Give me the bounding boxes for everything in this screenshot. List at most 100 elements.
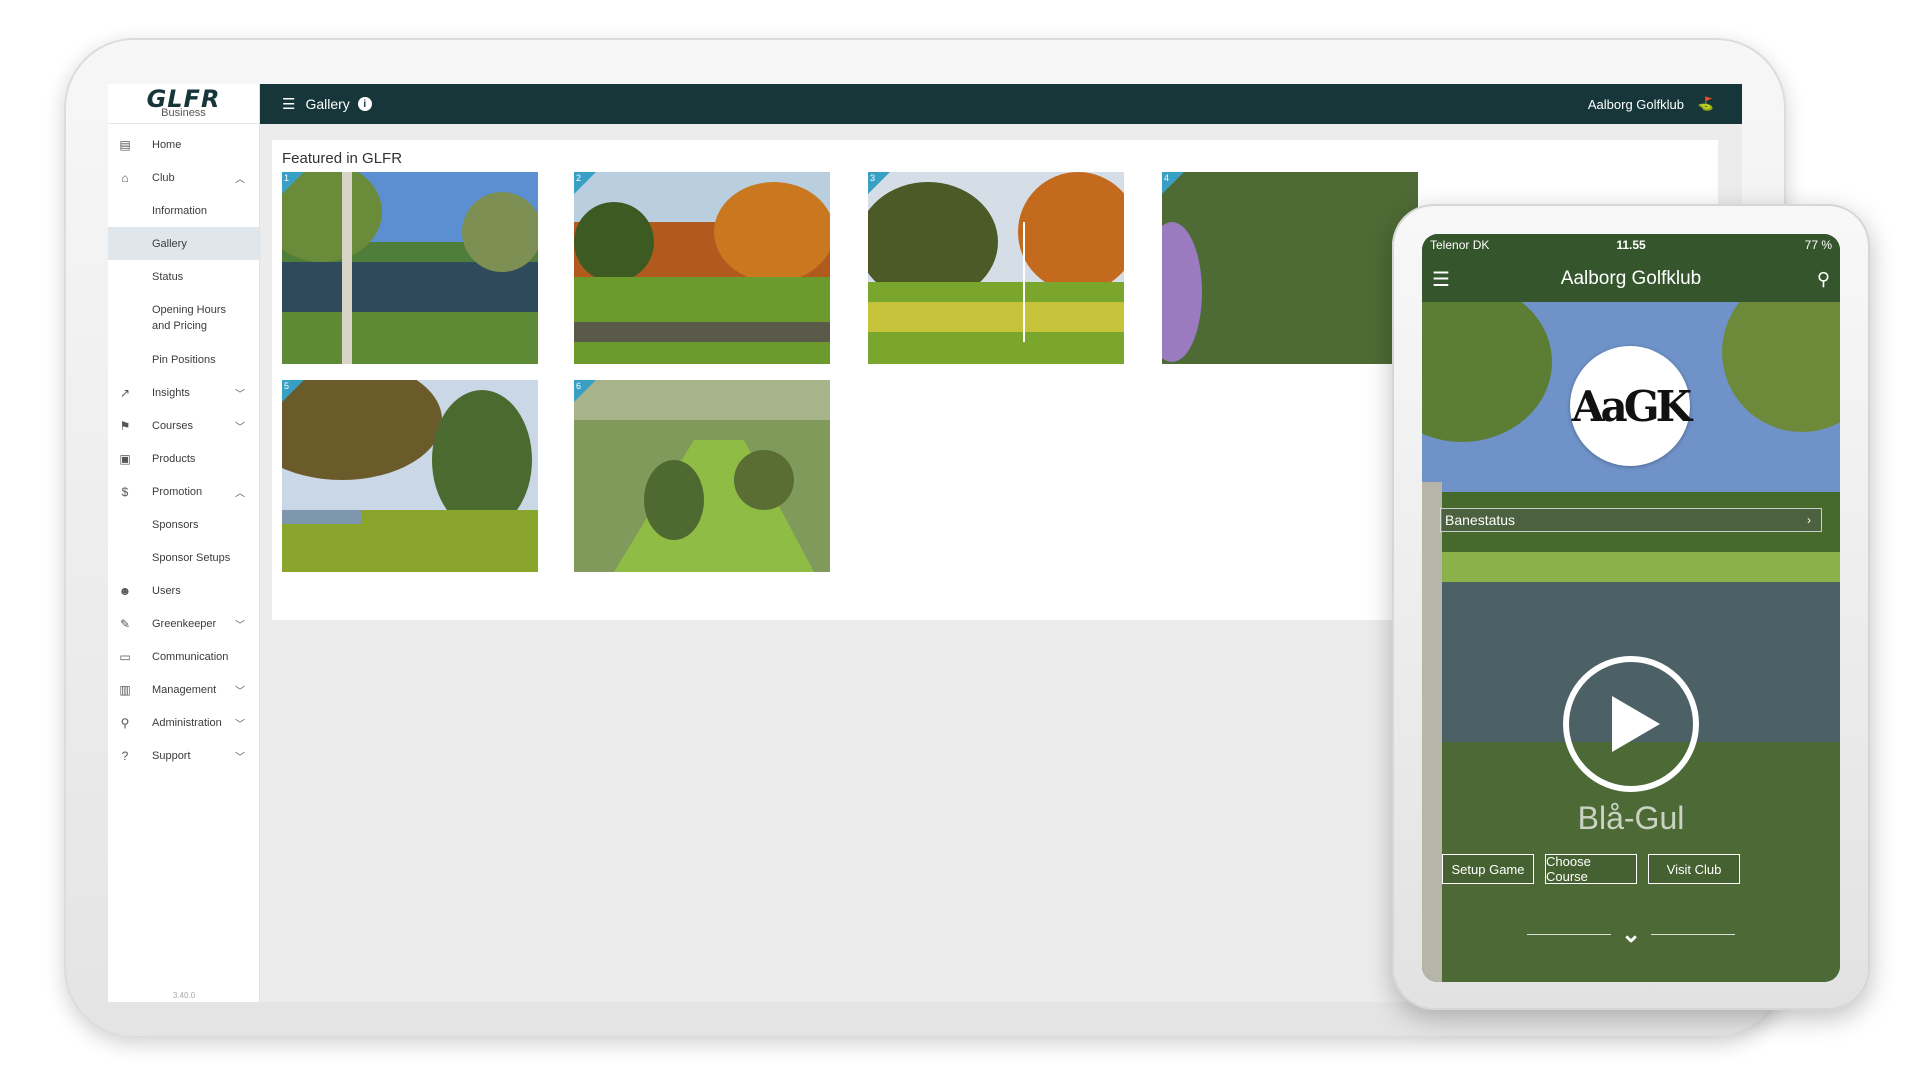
sidebar-item-label: Products <box>152 452 196 465</box>
gallery-image-5[interactable]: 5 <box>282 380 538 572</box>
image-number: 2 <box>576 173 582 183</box>
image-number-badge: 1 <box>282 172 304 194</box>
trend-icon: ↗ <box>119 385 131 400</box>
dollar-icon: $ <box>121 484 129 499</box>
chevron-down-icon: ﹀ <box>235 686 245 697</box>
hero-area: AaGK Banestatus › Blå-Gul Setup Game Cho… <box>1422 302 1840 982</box>
sidebar-item-support[interactable]: ? Support ﹀ <box>108 739 259 772</box>
battery-level: 77 % <box>1804 238 1832 252</box>
flag-icon: ⚑ <box>119 418 131 433</box>
sidebar-item-label: Opening Hours and Pricing <box>152 304 226 332</box>
sidebar-item-label: Club <box>152 171 175 184</box>
sidebar-item-products[interactable]: ▣ Products <box>108 442 259 475</box>
visit-club-button[interactable]: Visit Club <box>1648 854 1740 884</box>
sidebar-item-label: Information <box>152 204 208 217</box>
sidebar-item-label: Courses <box>152 419 193 432</box>
hamburger-menu-icon[interactable]: ☰ <box>1432 267 1450 292</box>
course-status-bar[interactable]: Banestatus › <box>1440 508 1822 532</box>
sidebar-item-label: Pin Positions <box>152 353 216 366</box>
chevron-down-icon: ﹀ <box>235 422 245 433</box>
choose-course-button[interactable]: Choose Course <box>1545 854 1637 884</box>
logo-subtitle: Business <box>161 107 206 119</box>
info-icon[interactable]: i <box>357 97 372 111</box>
sidebar-item-label: Sponsor Setups <box>152 551 231 564</box>
image-number-badge: 2 <box>574 172 596 194</box>
sidebar-item-administration[interactable]: ⚲ Administration ﹀ <box>108 706 259 739</box>
sidebar-item-home[interactable]: ▤ Home <box>108 128 259 161</box>
autumn-fairway-photo <box>574 172 830 364</box>
gallery-image-2[interactable]: 2 <box>574 172 830 364</box>
sidebar-item-management[interactable]: ▥ Management ﹀ <box>108 673 259 706</box>
sidebar-item-club[interactable]: ⌂ Club ︿ <box>108 161 259 194</box>
image-number: 6 <box>576 381 582 391</box>
sidebar-item-label: Communication <box>152 650 229 663</box>
sidebar-item-courses[interactable]: ⚑ Courses ﹀ <box>108 409 259 442</box>
chevron-down-icon: ﹀ <box>235 389 245 400</box>
message-icon: ▭ <box>119 649 131 664</box>
sidebar-item-sponsors[interactable]: Sponsors <box>108 508 259 541</box>
chevron-down-icon: ﹀ <box>235 719 245 730</box>
sidebar-item-label: Sponsors <box>152 518 199 531</box>
course-name: Blå-Gul <box>1577 800 1685 836</box>
chevron-up-icon: ︿ <box>235 488 245 499</box>
phone-status-bar: Telenor DK 11.55 77 % <box>1422 234 1840 256</box>
sidebar-item-label: Users <box>152 584 181 597</box>
gallery-image-3[interactable]: 3 <box>868 172 1124 364</box>
play-icon <box>1612 696 1660 752</box>
golfer-icon[interactable]: ⛳ <box>1698 96 1714 112</box>
image-number-badge: 4 <box>1162 172 1184 194</box>
sidebar-item-users[interactable]: ☻ Users <box>108 574 259 607</box>
gallery-image-6[interactable]: 6 <box>574 380 830 572</box>
building-icon: ▤ <box>119 137 131 152</box>
chevron-up-icon: ︿ <box>235 174 245 185</box>
sidebar: GLFR Business ▤ Home ⌂ Club ︿ Informatio… <box>108 84 260 1002</box>
top-bar: ☰ Gallery i Aalborg Golfklub ⛳ <box>260 84 1742 124</box>
sidebar-item-label: Greenkeeper <box>152 617 217 630</box>
wrench-icon: ✎ <box>119 616 131 631</box>
products-icon: ▣ <box>119 451 131 466</box>
sidebar-item-status[interactable]: Status <box>108 260 259 293</box>
sidebar-item-information[interactable]: Information <box>108 194 259 227</box>
image-number: 1 <box>284 173 290 183</box>
chevron-right-icon: › <box>1807 513 1811 527</box>
golfers-green-photo <box>868 172 1124 364</box>
page-title: Gallery <box>305 96 350 112</box>
sidebar-item-label: Insights <box>152 386 190 399</box>
glfr-logo[interactable]: GLFR Business <box>108 84 259 124</box>
sidebar-item-promotion[interactable]: $ Promotion ︿ <box>108 475 259 508</box>
gallery-image-1[interactable]: 1 <box>282 172 538 364</box>
scroll-down-indicator[interactable]: ⌄ <box>1422 920 1840 949</box>
clipboard-icon: ▥ <box>119 682 131 697</box>
chevron-down-icon: ﹀ <box>235 752 245 763</box>
bank-icon: ⌂ <box>121 170 129 185</box>
chevron-down-icon: ﹀ <box>235 620 245 631</box>
sidebar-item-insights[interactable]: ↗ Insights ﹀ <box>108 376 259 409</box>
play-button[interactable] <box>1563 656 1699 792</box>
sidebar-nav: ▤ Home ⌂ Club ︿ Information Gallery Stat… <box>108 124 259 772</box>
image-number-badge: 6 <box>574 380 596 402</box>
club-selector[interactable]: Aalborg Golfklub <box>1588 97 1684 112</box>
hamburger-menu-icon[interactable]: ☰ <box>282 95 295 113</box>
lake-photo <box>282 172 538 364</box>
sidebar-item-gallery[interactable]: Gallery <box>108 227 259 260</box>
setup-game-button[interactable]: Setup Game <box>1442 854 1534 884</box>
sidebar-item-sponsor-setups[interactable]: Sponsor Setups <box>108 541 259 574</box>
sidebar-item-pin-positions[interactable]: Pin Positions <box>108 343 259 376</box>
divider-line <box>1651 934 1736 935</box>
sidebar-item-label: Administration <box>152 716 222 729</box>
sidebar-item-greenkeeper[interactable]: ✎ Greenkeeper ﹀ <box>108 607 259 640</box>
pond-trees-photo <box>282 380 538 572</box>
image-number: 4 <box>1164 173 1170 183</box>
sidebar-item-opening-hours[interactable]: Opening Hours and Pricing <box>108 293 259 343</box>
search-icon[interactable]: ⚲ <box>1817 269 1830 290</box>
divider-line <box>1526 934 1611 935</box>
section-title: Featured in GLFR <box>282 150 403 167</box>
image-number: 5 <box>284 381 290 391</box>
sidebar-item-label: Status <box>152 270 184 283</box>
sidebar-item-label: Gallery <box>152 237 187 250</box>
clock: 11.55 <box>1616 238 1646 252</box>
course-status-label: Banestatus <box>1445 512 1516 528</box>
app-version: 3.40.0 <box>172 991 196 1000</box>
sidebar-item-communication[interactable]: ▭ Communication <box>108 640 259 673</box>
gallery-image-4[interactable]: 4 <box>1162 172 1418 364</box>
